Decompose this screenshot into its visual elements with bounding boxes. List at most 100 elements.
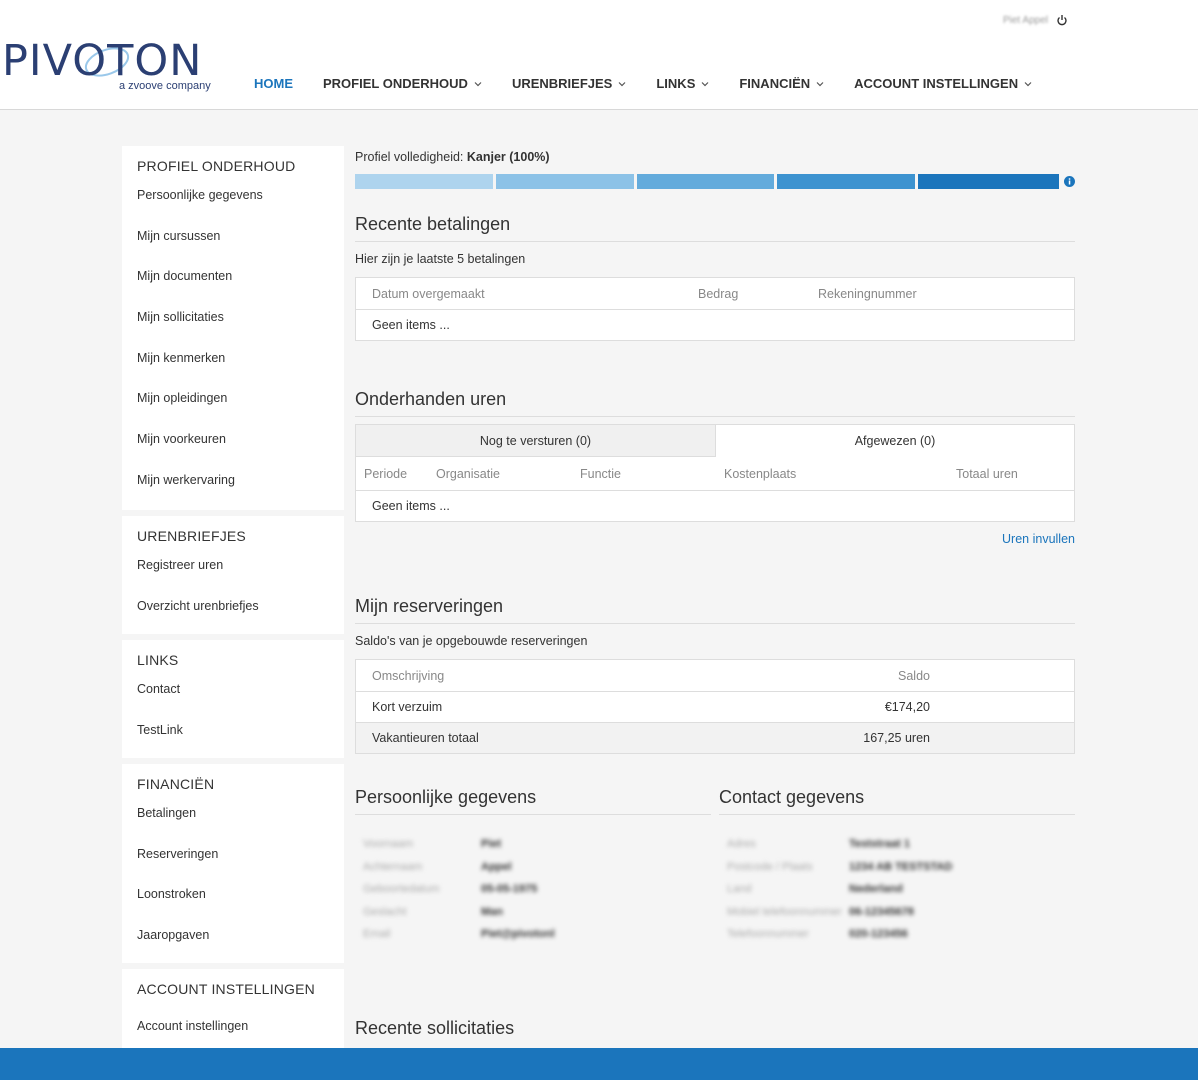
nav-home[interactable]: HOME [254, 76, 293, 91]
column-header: Organisatie [436, 466, 500, 481]
profile-completeness-label: Profiel volledigheid: [355, 150, 464, 164]
nav-profiel-onderhoud[interactable]: PROFIEL ONDERHOUD [323, 76, 482, 91]
tab-nog-te-versturen[interactable]: Nog te versturen (0) [356, 425, 716, 457]
sidebar-heading: ACCOUNT INSTELLINGEN [137, 981, 315, 997]
sidebar-item-mijn-werkervaring[interactable]: Mijn werkervaring [137, 471, 329, 512]
sidebar-item-reserveringen[interactable]: Reserveringen [137, 845, 329, 886]
sidebar-item-loonstroken[interactable]: Loonstroken [137, 885, 329, 926]
profile-progress-bar [355, 174, 1075, 189]
list-item: Geslacht Man [363, 905, 503, 918]
column-header: Kostenplaats [724, 466, 797, 481]
section-title-betalingen: Recente betalingen [355, 214, 1075, 242]
progress-segment [777, 174, 916, 189]
progress-segment [636, 174, 775, 189]
column-header: Functie [580, 466, 621, 481]
sidebar-item-overzicht-urenbriefjes[interactable]: Overzicht urenbriefjes [137, 597, 329, 638]
info-icon[interactable] [1063, 176, 1075, 187]
reservering-value: €174,20 [884, 700, 930, 714]
column-header: Datum overgemaakt [372, 286, 485, 301]
table-empty-row: Geen items ... [356, 309, 1074, 340]
chevron-down-icon [701, 81, 709, 86]
column-header: Periode [364, 466, 408, 481]
logout-power-icon[interactable] [1056, 14, 1068, 26]
table-empty-row: Geen items ... [356, 490, 1074, 521]
table-row: Kort verzuim €174,20 [356, 691, 1074, 722]
section-title-onderhanden-uren: Onderhanden uren [355, 389, 1075, 417]
section-title-recente-sollicitaties: Recente sollicitaties [355, 1017, 515, 1038]
header: PIVOTON a zvoove company Piet Appel HOME… [0, 0, 1198, 110]
table-row: Vakantieuren totaal 167,25 uren [356, 722, 1074, 753]
table-header-row: Periode Organisatie Functie Kostenplaats… [356, 457, 1074, 490]
sidebar-heading: FINANCIËN [137, 776, 215, 792]
section-title-persoonlijke-gegevens: Persoonlijke gegevens [355, 787, 711, 815]
chevron-down-icon [474, 81, 482, 86]
list-item: Mobiel telefoonnummer 06-12345678 [727, 905, 914, 918]
sidebar-group-urenbriefjes: URENBRIEFJES Registreer uren Overzicht u… [122, 516, 344, 634]
sidebar-item-jaaropgaven[interactable]: Jaaropgaven [137, 926, 329, 967]
sidebar-item-mijn-voorkeuren[interactable]: Mijn voorkeuren [137, 430, 329, 471]
section-subtitle: Saldo's van je opgebouwde reserveringen [355, 634, 588, 648]
list-item: Land Nederland [727, 883, 903, 895]
pivoton-logo[interactable]: PIVOTON a zvoove company [2, 36, 218, 93]
chevron-down-icon [618, 81, 626, 86]
sidebar-item-mijn-opleidingen[interactable]: Mijn opleidingen [137, 389, 329, 430]
nav-urenbriefjes[interactable]: URENBRIEFJES [512, 76, 626, 91]
persoonlijke-gegevens-panel: Persoonlijke gegevens Voornaam Piet Achte… [355, 787, 711, 946]
list-item: Email Piet@pivotonl [363, 928, 555, 940]
persoonlijke-gegevens-list: Voornaam Piet Achternaam Appel Geboortedat… [355, 815, 711, 946]
column-header: Saldo [898, 668, 930, 683]
user-name[interactable]: Piet Appel [1003, 15, 1048, 26]
sidebar-item-contact[interactable]: Contact [137, 680, 329, 721]
logo-subtitle: a zvoove company [119, 80, 211, 92]
profile-completeness-value: Kanjer (100%) [466, 150, 550, 164]
uren-tabs: Nog te versturen (0) Afgewezen (0) [356, 425, 1074, 457]
gegevens-columns: Persoonlijke gegevens Voornaam Piet Achte… [355, 787, 1075, 946]
column-header: Bedrag [698, 286, 739, 301]
reservering-value: 167,25 uren [863, 731, 930, 745]
footer-bar [0, 1048, 1198, 1080]
section-title-reserveringen: Mijn reserveringen [355, 596, 1075, 624]
list-item: Postcode / Plaats 1234 AB TESTSTAD [727, 860, 953, 873]
sidebar-item-testlink[interactable]: TestLink [137, 721, 329, 762]
list-item: Geboortedatum 05-05-1975 [363, 883, 538, 895]
contact-gegevens-panel: Contact gegevens Adres Teststraat 1 Postc… [719, 787, 1075, 946]
uren-invullen-link[interactable]: Uren invullen [1002, 532, 1075, 546]
progress-segment [355, 174, 493, 189]
table-header-row: Datum overgemaakt Bedrag Rekeningnummer [356, 278, 1074, 309]
reserveringen-table: Omschrijving Saldo Kort verzuim €174,20 … [355, 659, 1075, 754]
nav-links[interactable]: LINKS [656, 76, 709, 91]
sidebar-heading: URENBRIEFJES [137, 528, 246, 544]
uren-table: Nog te versturen (0) Afgewezen (0) Perio… [355, 424, 1075, 522]
sidebar-item-persoonlijke-gegevens[interactable]: Persoonlijke gegevens [137, 186, 329, 227]
sidebar-heading: PROFIEL ONDERHOUD [137, 158, 296, 174]
list-item: Achternaam Appel [363, 860, 512, 873]
reservering-label: Kort verzuim [372, 700, 443, 714]
nav-financien[interactable]: FINANCIËN [739, 76, 824, 91]
column-header: Rekeningnummer [818, 286, 917, 301]
sidebar-item-mijn-kenmerken[interactable]: Mijn kenmerken [137, 349, 329, 390]
sidebar-item-mijn-cursussen[interactable]: Mijn cursussen [137, 227, 329, 268]
sidebar-item-mijn-sollicitaties[interactable]: Mijn sollicitaties [137, 308, 329, 349]
sidebar: PROFIEL ONDERHOUD Persoonlijke gegevens … [122, 146, 344, 1065]
logo-text: PIVOTON [2, 36, 203, 86]
section-title-contact-gegevens: Contact gegevens [719, 787, 1075, 815]
sidebar-group-financien: FINANCIËN Betalingen Reserveringen Loons… [122, 764, 344, 963]
sidebar-heading: LINKS [137, 652, 179, 668]
betalingen-table: Datum overgemaakt Bedrag Rekeningnummer … [355, 277, 1075, 341]
nav-account-instellingen[interactable]: ACCOUNT INSTELLINGEN [854, 76, 1032, 91]
sidebar-group-account: ACCOUNT INSTELLINGEN Account instellinge… [122, 969, 344, 1059]
user-area: Piet Appel [1003, 14, 1068, 26]
chevron-down-icon [1024, 81, 1032, 86]
list-item: Adres Teststraat 1 [727, 838, 910, 850]
table-header-row: Omschrijving Saldo [356, 660, 1074, 691]
profile-completeness: Profiel volledigheid: Kanjer (100%) [355, 150, 1075, 164]
list-item: Voornaam Piet [363, 838, 502, 850]
sidebar-item-betalingen[interactable]: Betalingen [137, 804, 329, 845]
reservering-label: Vakantieuren totaal [372, 731, 479, 745]
sidebar-item-registreer-uren[interactable]: Registreer uren [137, 556, 329, 597]
section-subtitle: Hier zijn je laatste 5 betalingen [355, 252, 526, 266]
tab-afgewezen[interactable]: Afgewezen (0) [716, 425, 1074, 457]
progress-segment [918, 174, 1059, 189]
chevron-down-icon [816, 81, 824, 86]
sidebar-item-mijn-documenten[interactable]: Mijn documenten [137, 267, 329, 308]
